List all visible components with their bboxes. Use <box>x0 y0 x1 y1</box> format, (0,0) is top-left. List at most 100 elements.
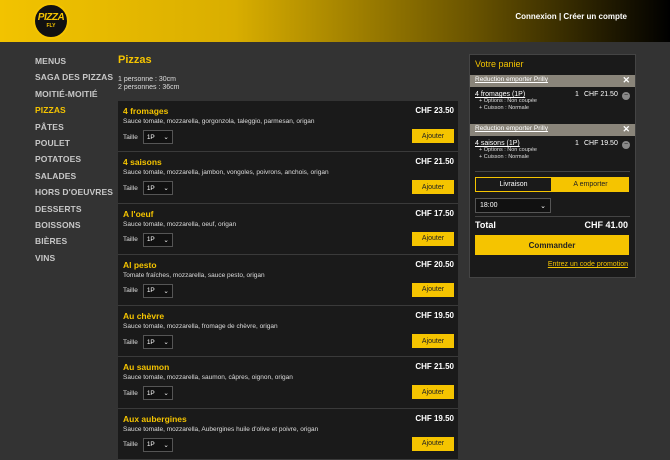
add-button[interactable]: Ajouter <box>412 282 454 297</box>
size-label: Taille <box>123 184 138 192</box>
delivery-option[interactable]: Livraison <box>475 177 552 192</box>
item-description: Tomate fraîches, mozzarella, sauce pesto… <box>123 271 265 279</box>
add-button[interactable]: Ajouter <box>412 385 454 400</box>
order-button[interactable]: Commander <box>475 235 629 255</box>
size-select[interactable]: 1P ⌄ <box>142 437 173 452</box>
promo-bar: Reduction emporter Prilly ✕ <box>470 75 635 87</box>
size-select[interactable]: 1P ⌄ <box>142 130 173 144</box>
menu-list: 4 fromages CHF 23.50 Sauce tomate, mozza… <box>118 101 458 460</box>
add-button[interactable]: Ajouter <box>412 334 454 349</box>
brand-logo[interactable]: PIZZA FLY <box>33 3 69 39</box>
cart-line-price: CHF 21.50 <box>584 91 618 98</box>
menu-item: A l'oeuf CHF 17.50 Sauce tomate, mozzare… <box>118 204 458 255</box>
auth-separator: | <box>558 12 562 21</box>
promo-label[interactable]: Reduction emporter Prilly <box>475 125 548 132</box>
close-icon[interactable]: ✕ <box>622 124 630 135</box>
portion-1: 1 personne : 30cm <box>118 76 176 83</box>
pickup-time-select[interactable]: 18:00 ⌄ <box>475 198 551 213</box>
close-icon[interactable]: ✕ <box>622 75 630 86</box>
nav-item-vins[interactable]: VINS <box>35 253 115 269</box>
add-button[interactable]: Ajouter <box>412 436 454 451</box>
chevron-down-icon: ⌄ <box>163 339 169 347</box>
item-price: CHF 19.50 <box>415 413 454 423</box>
item-description: Sauce tomate, mozzarella, jambon, vongol… <box>123 169 329 177</box>
promo-bar: Reduction emporter Prilly ✕ <box>470 124 635 136</box>
size-label: Taille <box>123 236 138 244</box>
item-price: CHF 21.50 <box>415 362 454 372</box>
divider <box>475 216 630 217</box>
size-select[interactable]: 1P ⌄ <box>142 386 173 401</box>
cart-line: 4 saisons (1P) 1 CHF 19.50 − + Options :… <box>475 140 630 161</box>
cart-line-option: + Options : Non coupée <box>479 98 537 104</box>
nav-item-potatoes[interactable]: POTATOES <box>35 154 115 170</box>
size-select[interactable]: 1P ⌄ <box>142 335 173 350</box>
menu-item: 4 fromages CHF 23.50 Sauce tomate, mozza… <box>118 101 458 153</box>
cart-title: Votre panier <box>475 59 524 69</box>
nav-item-menus[interactable]: MENUS <box>35 56 115 72</box>
item-price: CHF 17.50 <box>415 208 454 218</box>
cart-line-qty: 1 <box>575 140 579 147</box>
nav-item-pizzas[interactable]: PIZZAS <box>35 105 115 121</box>
item-name: Aux aubergines <box>123 413 187 424</box>
nav-item-boissons[interactable]: BOISSONS <box>35 220 115 236</box>
page-title: Pizzas <box>118 54 152 66</box>
size-select[interactable]: 1P ⌄ <box>142 283 173 298</box>
login-link[interactable]: Connexion <box>515 12 556 21</box>
item-name: Au saumon <box>123 362 170 373</box>
cart-line-option: + Options : Non coupée <box>479 147 537 153</box>
size-select[interactable]: 1P ⌄ <box>142 232 173 247</box>
cart-line-price: CHF 19.50 <box>584 140 618 147</box>
item-description: Sauce tomate, mozzarella, fromage de chè… <box>123 323 278 331</box>
item-name: 4 saisons <box>123 157 162 168</box>
item-price: CHF 19.50 <box>415 311 454 321</box>
cart-line-option: + Cuisson : Normale <box>479 154 529 160</box>
promo-label[interactable]: Reduction emporter Prilly <box>475 76 548 83</box>
chevron-down-icon: ⌄ <box>163 134 169 141</box>
fulfillment-toggle: Livraison A emporter <box>475 177 629 192</box>
item-name: Au chèvre <box>123 311 165 322</box>
size-label: Taille <box>123 441 138 449</box>
signup-link[interactable]: Créer un compte <box>563 12 627 21</box>
nav-item-bieres[interactable]: BIÈRES <box>35 236 115 252</box>
size-label: Taille <box>123 338 138 346</box>
takeaway-option[interactable]: A emporter <box>552 177 629 192</box>
item-price: CHF 20.50 <box>415 259 454 269</box>
size-label: Taille <box>123 287 138 295</box>
menu-item: 4 saisons CHF 21.50 Sauce tomate, mozzar… <box>118 152 458 204</box>
chevron-down-icon: ⌄ <box>163 441 169 449</box>
chevron-down-icon: ⌄ <box>163 287 169 295</box>
item-description: Sauce tomate, mozzarella, Aubergines hui… <box>123 425 319 433</box>
promo-code-link[interactable]: Entrez un code promotion <box>548 261 628 268</box>
menu-item: Aux aubergines CHF 19.50 Sauce tomate, m… <box>118 409 458 460</box>
menu-item: Al pesto CHF 20.50 Tomate fraîches, mozz… <box>118 255 458 307</box>
divider <box>475 171 630 172</box>
size-select[interactable]: 1P ⌄ <box>142 181 173 196</box>
add-button[interactable]: Ajouter <box>412 180 454 195</box>
total-label: Total <box>475 220 496 230</box>
cart-line-option: + Cuisson : Normale <box>479 105 529 111</box>
nav-item-salades[interactable]: SALADES <box>35 171 115 187</box>
menu-item: Au chèvre CHF 19.50 Sauce tomate, mozzar… <box>118 306 458 358</box>
add-button[interactable]: Ajouter <box>412 129 454 143</box>
nav-item-poulet[interactable]: POULET <box>35 138 115 154</box>
chevron-down-icon: ⌄ <box>540 202 546 210</box>
nav-item-hors-doeuvres[interactable]: HORS D'OEUVRES <box>35 187 115 203</box>
cart-line: 4 fromages (1P) 1 CHF 21.50 − + Options … <box>475 91 630 112</box>
add-button[interactable]: Ajouter <box>412 231 454 246</box>
category-nav: MENUS SAGA DES PIZZAS MOITIÉ-MOITIÉ PIZZ… <box>35 56 115 269</box>
nav-item-moitie[interactable]: MOITIÉ-MOITIÉ <box>35 89 115 105</box>
menu-item: Au saumon CHF 21.50 Sauce tomate, mozzar… <box>118 357 458 409</box>
chevron-down-icon: ⌄ <box>163 390 169 398</box>
cart-line-qty: 1 <box>575 91 579 98</box>
nav-item-saga[interactable]: SAGA DES PIZZAS <box>35 72 115 88</box>
nav-item-desserts[interactable]: DESSERTS <box>35 204 115 220</box>
remove-icon[interactable]: − <box>622 92 630 100</box>
chevron-down-icon: ⌄ <box>163 185 169 193</box>
portion-2: 2 personnes : 36cm <box>118 84 180 91</box>
nav-item-pates[interactable]: PÂTES <box>35 122 115 138</box>
portion-info: 1 personne : 30cm 2 personnes : 36cm <box>118 76 458 92</box>
item-name: Al pesto <box>123 259 157 270</box>
item-name: A l'oeuf <box>123 208 154 219</box>
remove-icon[interactable]: − <box>622 141 630 149</box>
header: PIZZA FLY Connexion | Créer un compte <box>0 0 670 42</box>
